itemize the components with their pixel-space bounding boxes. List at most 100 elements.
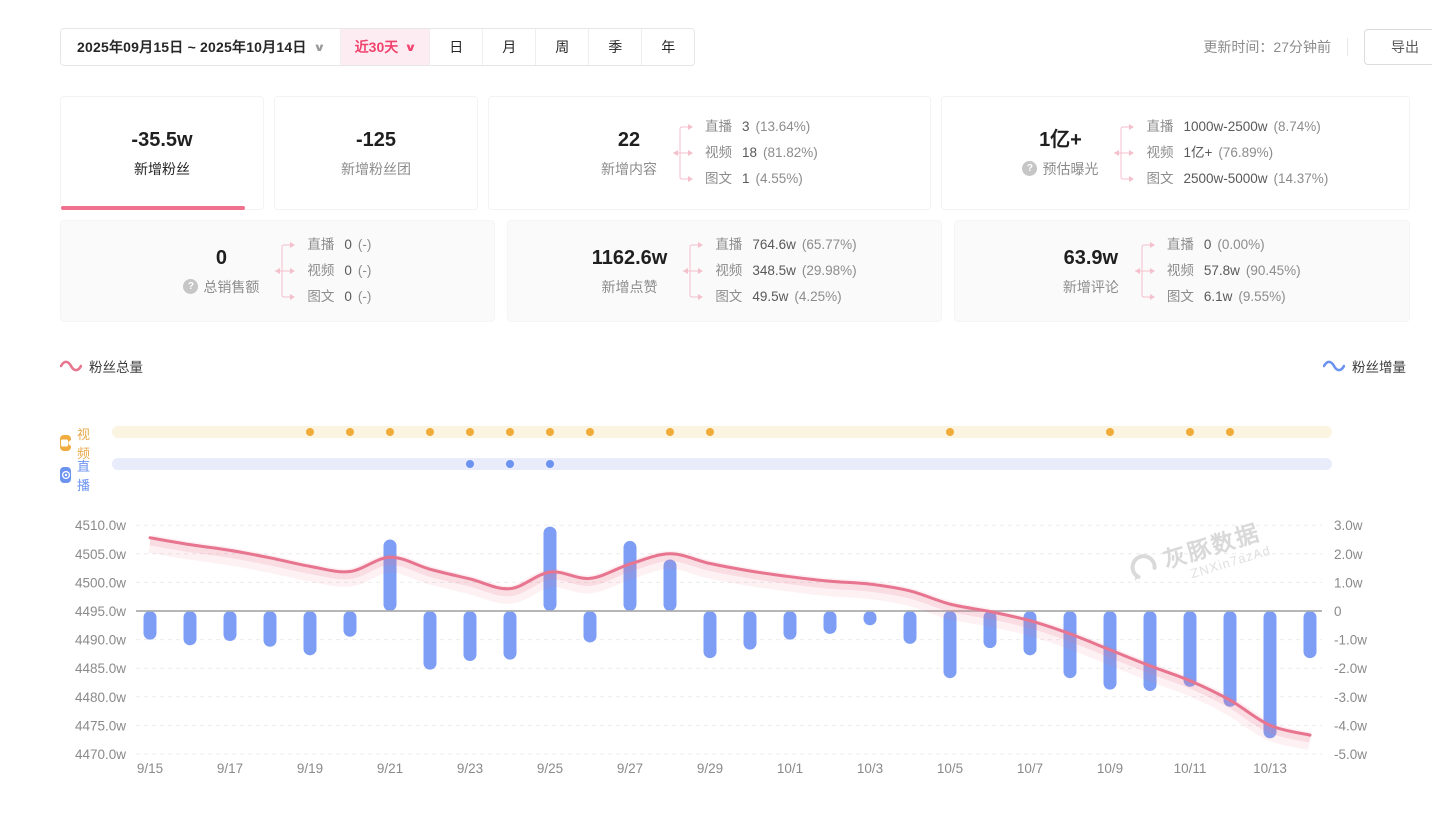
exposure-value: 1亿+ bbox=[1022, 128, 1098, 152]
breakdown-live: 直播0(-) bbox=[307, 232, 371, 258]
video-day-dot[interactable] bbox=[1106, 428, 1114, 436]
tab-month[interactable]: 月 bbox=[482, 29, 535, 65]
total-sales-label: 总销售额 bbox=[203, 277, 259, 297]
video-day-dot[interactable] bbox=[946, 428, 954, 436]
date-range-selector[interactable]: 2025年09月15日 ~ 2025年10月14日 ∨ bbox=[61, 29, 340, 65]
breakdown-video: 视频0(-) bbox=[307, 258, 371, 284]
new-comments-value: 63.9w bbox=[1063, 246, 1119, 270]
new-fanclub-label: 新增粉丝团 bbox=[341, 159, 411, 179]
legend-fans-total-label: 粉丝总量 bbox=[89, 356, 143, 376]
video-day-dot[interactable] bbox=[586, 428, 594, 436]
svg-text:10/9: 10/9 bbox=[1097, 761, 1123, 776]
svg-text:10/3: 10/3 bbox=[857, 761, 883, 776]
date-filter-group: 2025年09月15日 ~ 2025年10月14日 ∨ 近30天 ∨ 日 月 周… bbox=[60, 28, 695, 66]
svg-text:9/23: 9/23 bbox=[457, 761, 483, 776]
breakdown-connector bbox=[275, 232, 299, 310]
total-sales-value: 0 bbox=[183, 246, 259, 270]
breakdown-live: 直播1000w-2500w(8.74%) bbox=[1146, 114, 1328, 140]
video-day-dot[interactable] bbox=[466, 428, 474, 436]
quick-range-selector[interactable]: 近30天 ∨ bbox=[340, 29, 430, 65]
breakdown-connector bbox=[683, 232, 707, 310]
live-icon bbox=[60, 467, 71, 483]
breakdown-connector bbox=[1114, 114, 1138, 192]
new-comments-label: 新增评论 bbox=[1063, 277, 1119, 297]
toolbar-right: 更新时间：27分钟前 导出 bbox=[1203, 28, 1432, 66]
live-row-label: 直播 bbox=[77, 456, 95, 494]
new-content-value: 22 bbox=[601, 128, 657, 152]
svg-text:4505.0w: 4505.0w bbox=[75, 547, 126, 562]
breakdown-video: 视频57.8w(90.45%) bbox=[1167, 258, 1301, 284]
breakdown-live: 直播764.6w(65.77%) bbox=[715, 232, 856, 258]
breakdown-live: 直播0(0.00%) bbox=[1167, 232, 1301, 258]
date-range-text: 2025年09月15日 ~ 2025年10月14日 bbox=[77, 37, 307, 57]
card-estimated-exposure[interactable]: 1亿+ 预估曝光 直播1000w-2500w(8.74%) 视频1亿+(76.8… bbox=[941, 96, 1410, 210]
stats-row-1: -35.5w 新增粉丝 -125 新增粉丝团 22 新增内容 bbox=[60, 96, 1410, 210]
tab-quarter[interactable]: 季 bbox=[588, 29, 641, 65]
video-day-dot[interactable] bbox=[386, 428, 394, 436]
breakdown-video: 视频348.5w(29.98%) bbox=[715, 258, 856, 284]
svg-text:9/27: 9/27 bbox=[617, 761, 643, 776]
video-day-dot[interactable] bbox=[706, 428, 714, 436]
card-new-likes[interactable]: 1162.6w 新增点赞 直播764.6w(65.77%) 视频348.5w(2… bbox=[507, 220, 942, 322]
breakdown-image: 图文49.5w(4.25%) bbox=[715, 284, 856, 310]
svg-text:10/1: 10/1 bbox=[777, 761, 803, 776]
tab-day[interactable]: 日 bbox=[429, 29, 482, 65]
svg-text:4480.0w: 4480.0w bbox=[75, 690, 126, 705]
breakdown-image: 图文0(-) bbox=[307, 284, 371, 310]
card-new-fans[interactable]: -35.5w 新增粉丝 bbox=[60, 96, 264, 210]
video-day-dot[interactable] bbox=[306, 428, 314, 436]
legend-fans-total[interactable]: 粉丝总量 bbox=[60, 356, 143, 376]
new-comments-breakdown: 直播0(0.00%) 视频57.8w(90.45%) 图文6.1w(9.55%) bbox=[1167, 232, 1301, 310]
fans-trend-chart[interactable]: 4510.0w3.0w4505.0w2.0w4500.0w1.0w4495.0w… bbox=[0, 500, 1432, 810]
svg-text:-1.0w: -1.0w bbox=[1334, 633, 1367, 648]
card-new-content[interactable]: 22 新增内容 直播3(13.64%) 视频18(81.82%) 图文1(4.5… bbox=[488, 96, 931, 210]
new-likes-label: 新增点赞 bbox=[602, 277, 658, 297]
svg-text:-4.0w: -4.0w bbox=[1334, 718, 1367, 733]
legend-fans-delta[interactable]: 粉丝增量 bbox=[1323, 356, 1406, 376]
live-day-dot[interactable] bbox=[546, 460, 554, 468]
export-button[interactable]: 导出 bbox=[1364, 29, 1432, 65]
new-fans-label: 新增粉丝 bbox=[134, 159, 190, 179]
new-content-breakdown: 直播3(13.64%) 视频18(81.82%) 图文1(4.55%) bbox=[705, 114, 818, 192]
video-day-dot[interactable] bbox=[346, 428, 354, 436]
live-day-dot[interactable] bbox=[466, 460, 474, 468]
breakdown-connector bbox=[673, 114, 697, 192]
quick-range-text: 近30天 bbox=[355, 37, 399, 57]
breakdown-image: 图文1(4.55%) bbox=[705, 166, 818, 192]
active-card-indicator bbox=[61, 206, 245, 210]
video-day-dot[interactable] bbox=[1186, 428, 1194, 436]
card-new-fanclub[interactable]: -125 新增粉丝团 bbox=[274, 96, 478, 210]
tab-year[interactable]: 年 bbox=[641, 29, 694, 65]
svg-text:10/7: 10/7 bbox=[1017, 761, 1043, 776]
new-content-label: 新增内容 bbox=[601, 159, 657, 179]
new-likes-value: 1162.6w bbox=[592, 246, 668, 270]
live-day-dot[interactable] bbox=[506, 460, 514, 468]
svg-text:4500.0w: 4500.0w bbox=[75, 575, 126, 590]
total-sales-breakdown: 直播0(-) 视频0(-) 图文0(-) bbox=[307, 232, 371, 310]
card-total-sales[interactable]: 0 总销售额 直播0(-) 视频0(-) 图文0(-) bbox=[60, 220, 495, 322]
video-day-dot[interactable] bbox=[546, 428, 554, 436]
svg-text:9/15: 9/15 bbox=[137, 761, 163, 776]
svg-text:4490.0w: 4490.0w bbox=[75, 633, 126, 648]
video-timeline-track[interactable] bbox=[112, 426, 1332, 438]
chart-canvas[interactable]: 4510.0w3.0w4505.0w2.0w4500.0w1.0w4495.0w… bbox=[0, 500, 1432, 810]
card-new-comments[interactable]: 63.9w 新增评论 直播0(0.00%) 视频57.8w(90.45%) 图文… bbox=[954, 220, 1410, 322]
svg-text:1.0w: 1.0w bbox=[1334, 575, 1363, 590]
video-day-dot[interactable] bbox=[426, 428, 434, 436]
new-likes-breakdown: 直播764.6w(65.77%) 视频348.5w(29.98%) 图文49.5… bbox=[715, 232, 856, 310]
svg-text:-2.0w: -2.0w bbox=[1334, 661, 1367, 676]
svg-text:2.0w: 2.0w bbox=[1334, 547, 1363, 562]
svg-text:9/25: 9/25 bbox=[537, 761, 563, 776]
svg-text:9/19: 9/19 bbox=[297, 761, 323, 776]
svg-text:4495.0w: 4495.0w bbox=[75, 604, 126, 619]
help-icon[interactable] bbox=[1022, 161, 1037, 176]
video-day-dot[interactable] bbox=[666, 428, 674, 436]
live-timeline-track[interactable] bbox=[112, 458, 1332, 470]
video-day-dot[interactable] bbox=[1226, 428, 1234, 436]
video-day-dot[interactable] bbox=[506, 428, 514, 436]
tab-week[interactable]: 周 bbox=[535, 29, 588, 65]
help-icon[interactable] bbox=[183, 279, 198, 294]
chevron-down-icon: ∨ bbox=[404, 41, 417, 54]
wave-icon bbox=[1323, 360, 1345, 372]
exposure-label: 预估曝光 bbox=[1042, 159, 1098, 179]
